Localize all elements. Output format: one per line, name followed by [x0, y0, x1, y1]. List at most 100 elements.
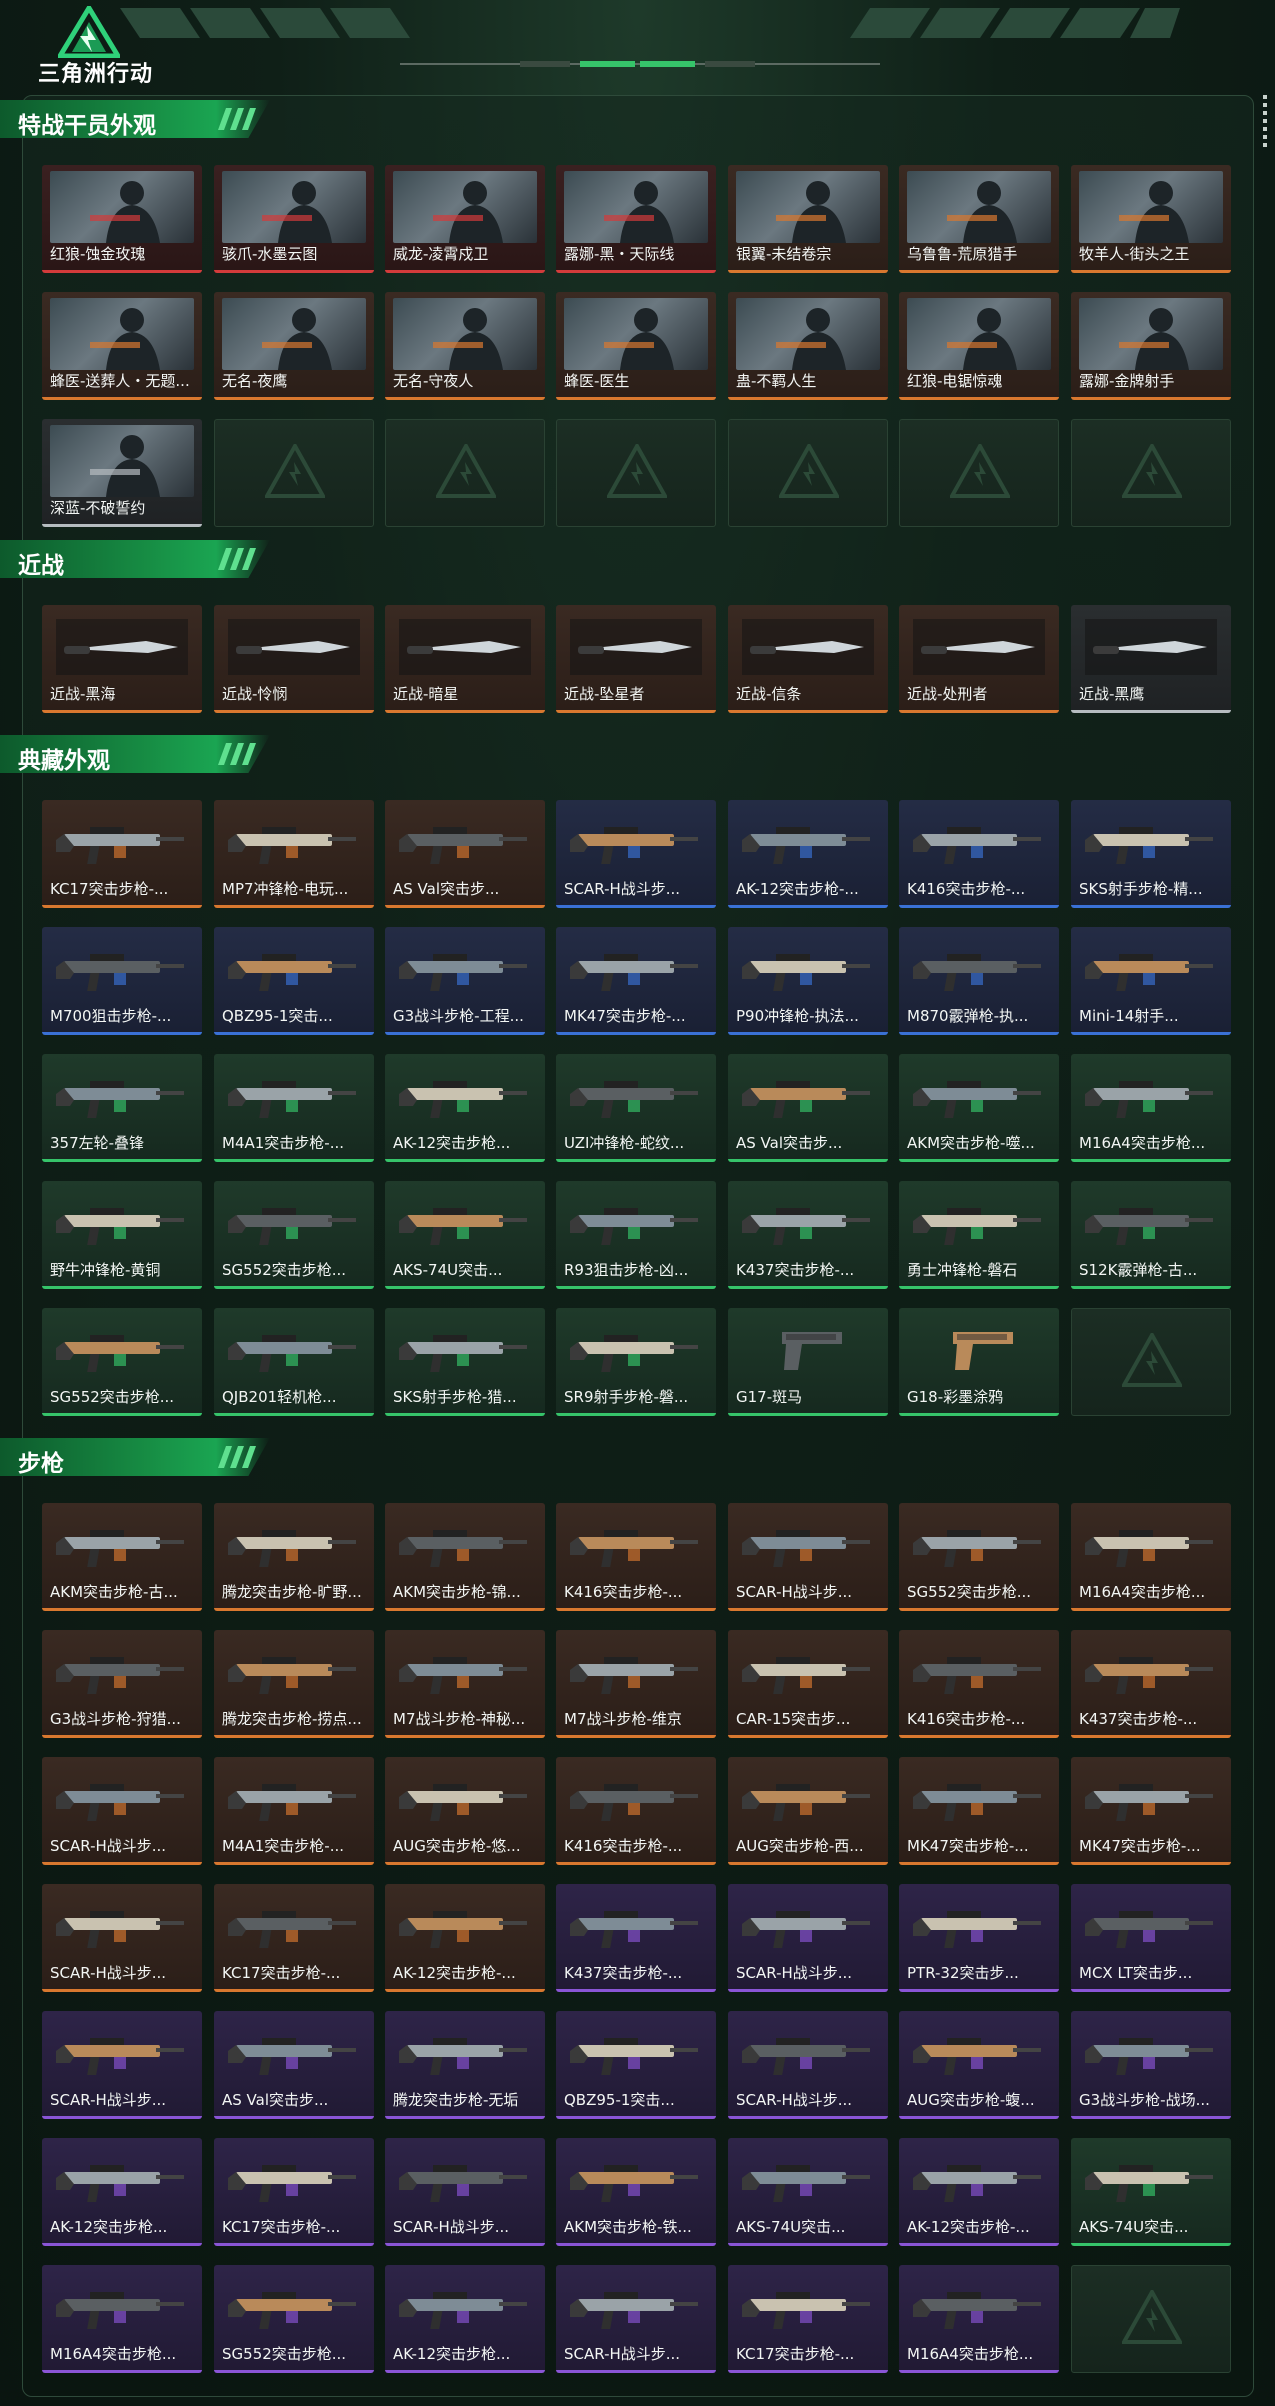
skin-card[interactable]: 蜂医-送葬人・无题...	[42, 292, 202, 400]
skin-card[interactable]: 近战-处刑者	[899, 605, 1059, 713]
skin-card[interactable]: M16A4突击步枪...	[1071, 1054, 1231, 1162]
skin-card[interactable]: AS Val突击步...	[385, 800, 545, 908]
skin-card[interactable]: 蛊-不羁人生	[728, 292, 888, 400]
skin-card[interactable]: K416突击步枪-...	[899, 1630, 1059, 1738]
skin-card[interactable]: 腾龙突击步枪-旷野...	[214, 1503, 374, 1611]
skin-card[interactable]: SR9射手步枪-磐...	[556, 1308, 716, 1416]
skin-card[interactable]: K416突击步枪-...	[556, 1503, 716, 1611]
skin-card[interactable]: S12K霰弹枪-古...	[1071, 1181, 1231, 1289]
scroll-indicator[interactable]	[1263, 95, 1269, 151]
skin-card[interactable]: SKS射手步枪-精...	[1071, 800, 1231, 908]
skin-card[interactable]: K437突击步枪-...	[556, 1884, 716, 1992]
skin-card[interactable]: 威龙-凌霄戍卫	[385, 165, 545, 273]
skin-card[interactable]: KC17突击步枪-...	[728, 2265, 888, 2373]
skin-card[interactable]: K416突击步枪-...	[556, 1757, 716, 1865]
skin-card[interactable]: SCAR-H战斗步...	[728, 2011, 888, 2119]
skin-card[interactable]: M7战斗步枪-神秘...	[385, 1630, 545, 1738]
skin-card[interactable]: SCAR-H战斗步...	[42, 1757, 202, 1865]
skin-card[interactable]: AUG突击步枪-悠...	[385, 1757, 545, 1865]
skin-card[interactable]: SCAR-H战斗步...	[385, 2138, 545, 2246]
skin-card[interactable]: 腾龙突击步枪-捞点...	[214, 1630, 374, 1738]
skin-card[interactable]: R93狙击步枪-凶...	[556, 1181, 716, 1289]
skin-card[interactable]: M870霰弹枪-执...	[899, 927, 1059, 1035]
skin-card[interactable]: AS Val突击步...	[214, 2011, 374, 2119]
skin-card[interactable]: M16A4突击步枪...	[1071, 1503, 1231, 1611]
skin-card[interactable]: UZI冲锋枪-蛇纹...	[556, 1054, 716, 1162]
skin-card[interactable]: SCAR-H战斗步...	[728, 1884, 888, 1992]
skin-card[interactable]: AKM突击步枪-铁...	[556, 2138, 716, 2246]
skin-card[interactable]: 腾龙突击步枪-无垢	[385, 2011, 545, 2119]
skin-card[interactable]: SCAR-H战斗步...	[42, 2011, 202, 2119]
skin-card[interactable]: AKM突击步枪-古...	[42, 1503, 202, 1611]
skin-card[interactable]: 红狼-蚀金玫瑰	[42, 165, 202, 273]
skin-card[interactable]: M4A1突击步枪-...	[214, 1757, 374, 1865]
skin-card[interactable]: 银翼-未结卷宗	[728, 165, 888, 273]
skin-card[interactable]: Mini-14射手...	[1071, 927, 1231, 1035]
skin-card[interactable]: SG552突击步枪...	[214, 1181, 374, 1289]
skin-card[interactable]: 蜂医-医生	[556, 292, 716, 400]
skin-card[interactable]: MP7冲锋枪-电玩...	[214, 800, 374, 908]
skin-card[interactable]: 近战-暗星	[385, 605, 545, 713]
skin-card[interactable]: 近战-黑海	[42, 605, 202, 713]
skin-card[interactable]: SKS射手步枪-猎...	[385, 1308, 545, 1416]
skin-card[interactable]: AS Val突击步...	[728, 1054, 888, 1162]
skin-card[interactable]: 乌鲁鲁-荒原猎手	[899, 165, 1059, 273]
skin-card[interactable]: QBZ95-1突击...	[556, 2011, 716, 2119]
skin-card[interactable]: G3战斗步枪-工程...	[385, 927, 545, 1035]
skin-card[interactable]: AKM突击步枪-锦...	[385, 1503, 545, 1611]
skin-card[interactable]: AK-12突击步枪...	[385, 1054, 545, 1162]
skin-card[interactable]: M7战斗步枪-维京	[556, 1630, 716, 1738]
skin-card[interactable]: SCAR-H战斗步...	[556, 800, 716, 908]
skin-card[interactable]: AKM突击步枪-噬...	[899, 1054, 1059, 1162]
skin-card[interactable]: AK-12突击步枪-...	[385, 1884, 545, 1992]
skin-card[interactable]: G18-彩墨涂鸦	[899, 1308, 1059, 1416]
skin-card[interactable]: M700狙击步枪-...	[42, 927, 202, 1035]
skin-card[interactable]: MK47突击步枪-...	[1071, 1757, 1231, 1865]
skin-card[interactable]: G17-斑马	[728, 1308, 888, 1416]
skin-card[interactable]: AUG突击步枪-西...	[728, 1757, 888, 1865]
skin-card[interactable]: 近战-怜悯	[214, 605, 374, 713]
skin-card[interactable]: 近战-黑鹰	[1071, 605, 1231, 713]
skin-card[interactable]: PTR-32突击步...	[899, 1884, 1059, 1992]
skin-card[interactable]: AK-12突击步枪-...	[728, 800, 888, 908]
skin-card[interactable]: AK-12突击步枪-...	[899, 2138, 1059, 2246]
skin-card[interactable]: KC17突击步枪-...	[214, 2138, 374, 2246]
skin-card[interactable]: 近战-坠星者	[556, 605, 716, 713]
skin-card[interactable]: 牧羊人-街头之王	[1071, 165, 1231, 273]
skin-card[interactable]: AK-12突击步枪...	[385, 2265, 545, 2373]
skin-card[interactable]: 357左轮-叠锋	[42, 1054, 202, 1162]
skin-card[interactable]: 近战-信条	[728, 605, 888, 713]
skin-card[interactable]: MK47突击步枪-...	[899, 1757, 1059, 1865]
skin-card[interactable]: 骇爪-水墨云图	[214, 165, 374, 273]
skin-card[interactable]: AUG突击步枪-蝮...	[899, 2011, 1059, 2119]
skin-card[interactable]: MK47突击步枪-...	[556, 927, 716, 1035]
skin-card[interactable]: SG552突击步枪...	[899, 1503, 1059, 1611]
skin-card[interactable]: 红狼-电锯惊魂	[899, 292, 1059, 400]
skin-card[interactable]: M16A4突击步枪...	[899, 2265, 1059, 2373]
skin-card[interactable]: 勇士冲锋枪-磐石	[899, 1181, 1059, 1289]
skin-card[interactable]: K437突击步枪-...	[1071, 1630, 1231, 1738]
skin-card[interactable]: K437突击步枪-...	[728, 1181, 888, 1289]
skin-card[interactable]: QJB201轻机枪...	[214, 1308, 374, 1416]
skin-card[interactable]: KC17突击步枪-...	[42, 800, 202, 908]
skin-card[interactable]: P90冲锋枪-执法...	[728, 927, 888, 1035]
skin-card[interactable]: G3战斗步枪-战场...	[1071, 2011, 1231, 2119]
skin-card[interactable]: M16A4突击步枪...	[42, 2265, 202, 2373]
skin-card[interactable]: SCAR-H战斗步...	[728, 1503, 888, 1611]
skin-card[interactable]: SCAR-H战斗步...	[556, 2265, 716, 2373]
skin-card[interactable]: AKS-74U突击...	[728, 2138, 888, 2246]
skin-card[interactable]: 无名-守夜人	[385, 292, 545, 400]
skin-card[interactable]: 露娜-黑・天际线	[556, 165, 716, 273]
skin-card[interactable]: AK-12突击步枪...	[42, 2138, 202, 2246]
skin-card[interactable]: AKS-74U突击...	[1071, 2138, 1231, 2246]
skin-card[interactable]: M4A1突击步枪-...	[214, 1054, 374, 1162]
skin-card[interactable]: 无名-夜鹰	[214, 292, 374, 400]
skin-card[interactable]: 野牛冲锋枪-黄铜	[42, 1181, 202, 1289]
skin-card[interactable]: SG552突击步枪...	[214, 2265, 374, 2373]
skin-card[interactable]: G3战斗步枪-狩猎...	[42, 1630, 202, 1738]
skin-card[interactable]: 深蓝-不破誓约	[42, 419, 202, 527]
skin-card[interactable]: KC17突击步枪-...	[214, 1884, 374, 1992]
skin-card[interactable]: SG552突击步枪...	[42, 1308, 202, 1416]
skin-card[interactable]: MCX LT突击步...	[1071, 1884, 1231, 1992]
skin-card[interactable]: QBZ95-1突击...	[214, 927, 374, 1035]
